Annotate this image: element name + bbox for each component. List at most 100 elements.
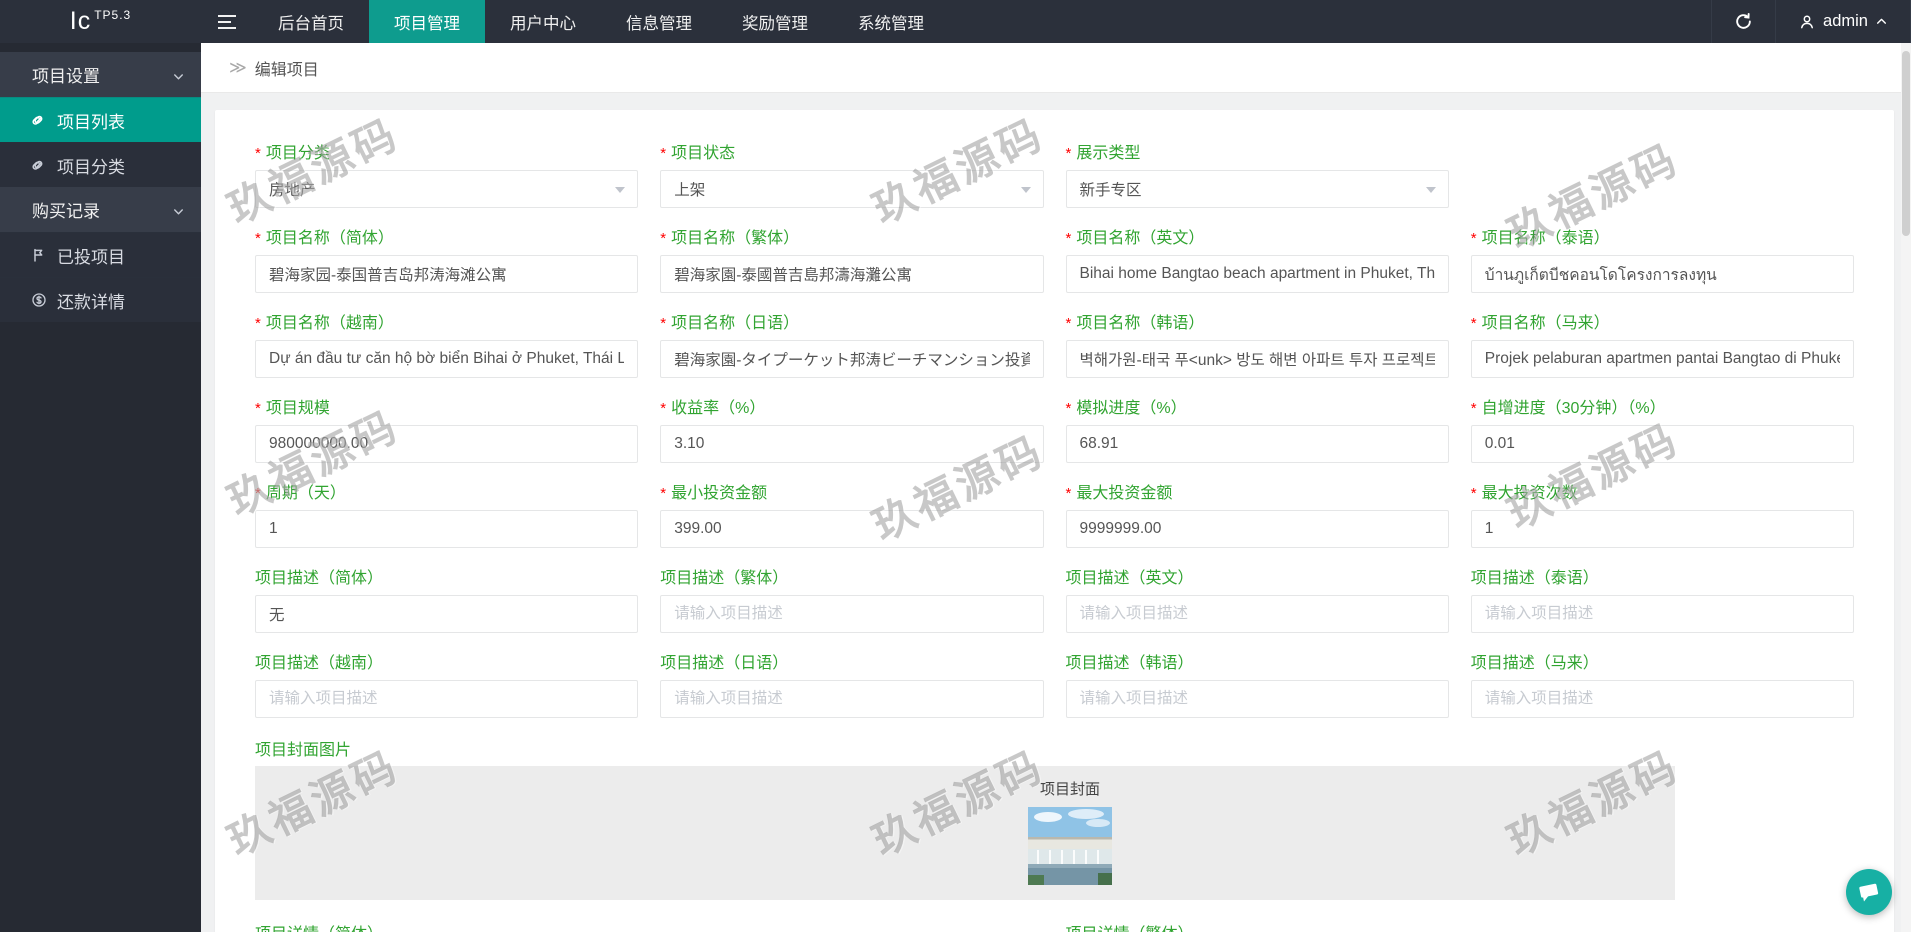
field-label: 最大投资金额 bbox=[1076, 485, 1173, 502]
tab-info-management[interactable]: 信息管理 bbox=[601, 0, 717, 43]
desc-en-input[interactable] bbox=[1065, 595, 1449, 633]
sidebar-item-project-category[interactable]: 项目分类 bbox=[0, 142, 201, 187]
display-type-select[interactable]: 新手专区 bbox=[1065, 170, 1449, 208]
refresh-button[interactable] bbox=[1711, 0, 1775, 43]
name-th-input[interactable] bbox=[1470, 255, 1854, 293]
name-cn-input[interactable] bbox=[255, 255, 639, 293]
field-label: 项目描述（泰语） bbox=[1470, 570, 1599, 587]
field-label: 展示类型 bbox=[1076, 145, 1141, 162]
sidebar-item-invested-projects[interactable]: 已投项目 bbox=[0, 232, 201, 277]
sidebar-item-label: 项目分类 bbox=[57, 157, 125, 177]
sidebar-group-purchase-records[interactable]: 购买记录 bbox=[0, 187, 201, 232]
required-asterisk: * bbox=[660, 399, 667, 417]
page-title: 编辑项目 bbox=[254, 61, 319, 79]
cover-image-thumbnail[interactable] bbox=[1028, 807, 1112, 885]
sidebar-item-project-list[interactable]: 项目列表 bbox=[0, 97, 201, 142]
tab-reward-management[interactable]: 奖励管理 bbox=[717, 0, 833, 43]
top-nav: 后台首页 项目管理 用户中心 信息管理 奖励管理 系统管理 bbox=[253, 0, 949, 43]
max-invest-times-input[interactable] bbox=[1470, 510, 1854, 548]
required-asterisk: * bbox=[660, 144, 667, 162]
selected-value: 新手专区 bbox=[1079, 182, 1142, 199]
name-en-input[interactable] bbox=[1065, 255, 1449, 293]
detail-cn-label: 项目详情（简体） bbox=[255, 922, 638, 932]
desc-jp-input[interactable] bbox=[660, 680, 1044, 718]
max-invest-input[interactable] bbox=[1065, 510, 1449, 548]
money-circle-icon bbox=[30, 292, 47, 308]
desc-my-input[interactable] bbox=[1470, 680, 1854, 718]
scrollbar-thumb[interactable] bbox=[1902, 51, 1910, 236]
sidebar-item-repayment-details[interactable]: 还款详情 bbox=[0, 277, 201, 322]
field-project-status: * 项目状态 上架 bbox=[660, 141, 1044, 208]
detail-tw-label: 项目详情（繁体） bbox=[1066, 922, 1449, 932]
name-jp-input[interactable] bbox=[660, 340, 1044, 378]
required-asterisk: * bbox=[255, 144, 261, 162]
field-project-category: * 项目分类 房地产 bbox=[255, 141, 639, 208]
project-status-select[interactable]: 上架 bbox=[660, 170, 1044, 208]
field-name-cn: * 项目名称（简体） bbox=[255, 226, 639, 293]
field-desc-en: 项目描述（英文） bbox=[1065, 566, 1449, 633]
logo-version: TP5.3 bbox=[94, 7, 132, 22]
admin-menu[interactable]: admin bbox=[1775, 0, 1911, 43]
yield-rate-input[interactable] bbox=[660, 425, 1044, 463]
field-project-scale: * 项目规模 bbox=[255, 396, 639, 463]
name-vn-input[interactable] bbox=[255, 340, 639, 378]
tab-project-management[interactable]: 项目管理 bbox=[369, 0, 485, 43]
min-invest-input[interactable] bbox=[660, 510, 1044, 548]
required-asterisk: * bbox=[1470, 229, 1477, 247]
field-label: 周期（天） bbox=[265, 485, 346, 502]
name-tw-input[interactable] bbox=[660, 255, 1044, 293]
field-desc-kr: 项目描述（韩语） bbox=[1065, 651, 1449, 718]
auto-progress-input[interactable] bbox=[1470, 425, 1854, 463]
desc-tw-input[interactable] bbox=[660, 595, 1044, 633]
field-period-days: * 周期（天） bbox=[255, 481, 639, 548]
field-label: 项目描述（越南） bbox=[255, 655, 384, 672]
period-days-input[interactable] bbox=[255, 510, 639, 548]
chevron-down-icon bbox=[1425, 187, 1436, 193]
user-icon bbox=[1801, 15, 1814, 28]
required-asterisk: * bbox=[255, 229, 261, 247]
cover-section-label: 项目封面图片 bbox=[255, 742, 352, 759]
tab-user-center[interactable]: 用户中心 bbox=[485, 0, 601, 43]
topbar: Ic TP5.3 后台首页 项目管理 用户中心 信息管理 奖励管理 系统管理 ad… bbox=[0, 0, 1911, 43]
desc-kr-input[interactable] bbox=[1065, 680, 1449, 718]
double-chevron-icon: ≫ bbox=[229, 57, 247, 77]
sidebar-toggle-button[interactable] bbox=[201, 0, 253, 43]
field-auto-progress: * 自增进度（30分钟）（%） bbox=[1470, 396, 1854, 463]
chevron-down-icon bbox=[174, 73, 183, 79]
sidebar: 项目设置 项目列表 项目分类 购买记录 已投项目 还款详情 bbox=[0, 43, 201, 932]
field-desc-tw: 项目描述（繁体） bbox=[660, 566, 1044, 633]
field-max-invest-times: * 最大投资次数 bbox=[1470, 481, 1854, 548]
field-min-invest: * 最小投资金额 bbox=[660, 481, 1044, 548]
chat-button[interactable] bbox=[1846, 869, 1892, 915]
field-label: 项目描述（繁体） bbox=[660, 570, 789, 587]
edit-project-form: * 项目分类 房地产 * 项目状态 上架 * 展示类型 新手专区 * 项目名称（简体） … bbox=[215, 110, 1894, 932]
cover-box-title: 项目封面 bbox=[1039, 781, 1100, 798]
name-kr-input[interactable] bbox=[1065, 340, 1449, 378]
sidebar-item-label: 已投项目 bbox=[57, 247, 125, 267]
field-label: 最大投资次数 bbox=[1481, 485, 1578, 502]
field-name-kr: * 项目名称（韩语） bbox=[1065, 311, 1449, 378]
desc-vn-input[interactable] bbox=[255, 680, 639, 718]
required-asterisk: * bbox=[255, 314, 261, 332]
sim-progress-input[interactable] bbox=[1065, 425, 1449, 463]
name-my-input[interactable] bbox=[1470, 340, 1854, 378]
tab-dashboard[interactable]: 后台首页 bbox=[253, 0, 369, 43]
chat-bubble-icon bbox=[1859, 883, 1879, 902]
field-label: 项目描述（简体） bbox=[255, 570, 384, 587]
field-label: 项目分类 bbox=[265, 145, 330, 162]
desc-cn-input[interactable] bbox=[255, 595, 639, 633]
project-scale-input[interactable] bbox=[255, 425, 639, 463]
tab-system-management[interactable]: 系统管理 bbox=[833, 0, 949, 43]
field-desc-jp: 项目描述（日语） bbox=[660, 651, 1044, 718]
field-name-th: * 项目名称（泰语） bbox=[1470, 226, 1854, 293]
desc-th-input[interactable] bbox=[1470, 595, 1854, 633]
required-asterisk: * bbox=[255, 399, 261, 417]
field-label: 自增进度（30分钟）（%） bbox=[1481, 400, 1666, 417]
required-asterisk: * bbox=[1065, 399, 1072, 417]
field-label: 项目描述（韩语） bbox=[1065, 655, 1194, 672]
field-label: 收益率（%） bbox=[671, 400, 766, 417]
project-category-select[interactable]: 房地产 bbox=[255, 170, 639, 208]
field-desc-cn: 项目描述（简体） bbox=[255, 566, 639, 633]
sidebar-group-project-settings[interactable]: 项目设置 bbox=[0, 52, 201, 97]
field-label: 项目名称（韩语） bbox=[1076, 315, 1205, 332]
